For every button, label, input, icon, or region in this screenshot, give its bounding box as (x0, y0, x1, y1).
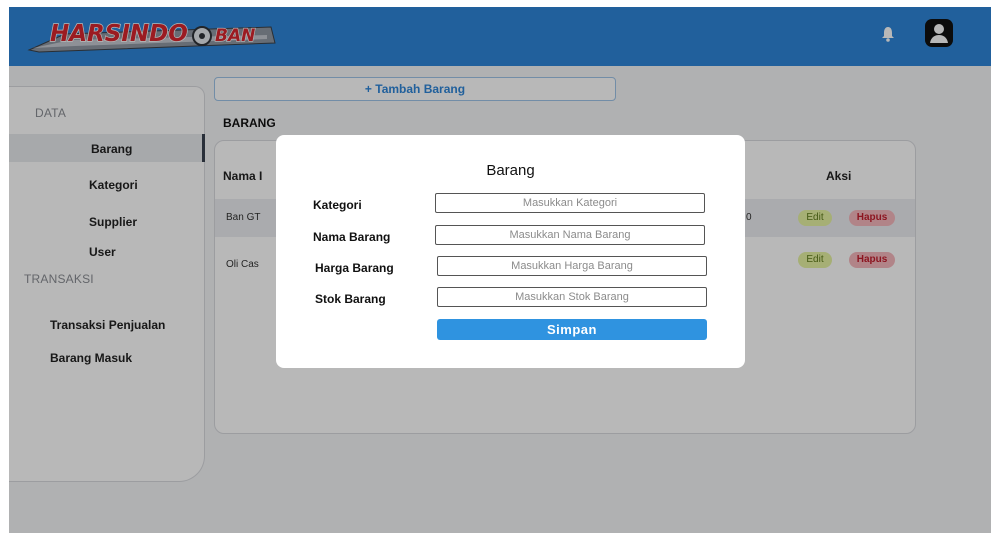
barang-modal: Barang Kategori Nama Barang Harga Barang… (276, 135, 745, 368)
nama-barang-label: Nama Barang (313, 230, 391, 244)
kategori-label: Kategori (313, 198, 362, 212)
nama-barang-input[interactable] (435, 225, 705, 245)
simpan-button[interactable]: Simpan (437, 319, 707, 340)
stok-barang-label: Stok Barang (315, 292, 386, 306)
harga-barang-input[interactable] (437, 256, 707, 276)
kategori-input[interactable] (435, 193, 705, 213)
modal-title: Barang (486, 162, 535, 179)
app: HARSINDO BAN DATA Barang Kategori Suppli… (9, 7, 991, 533)
stok-barang-input[interactable] (437, 287, 707, 307)
harga-barang-label: Harga Barang (315, 261, 394, 275)
